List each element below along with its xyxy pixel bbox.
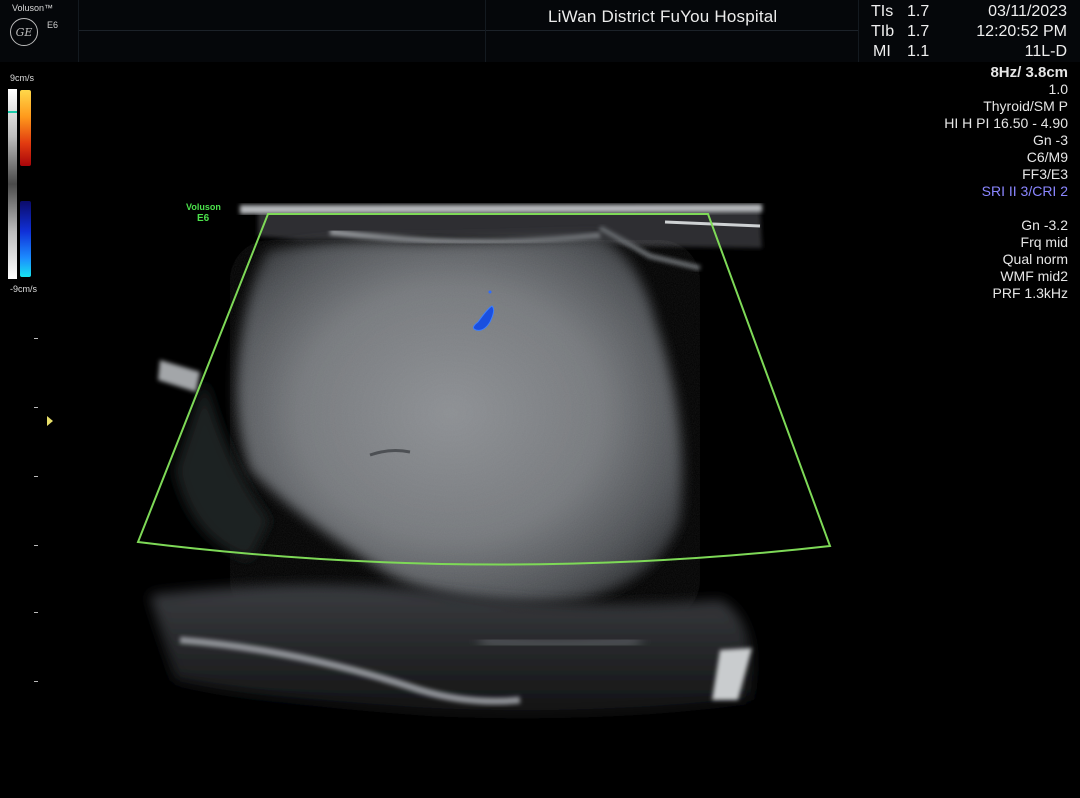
- header-separator: [78, 0, 79, 62]
- depth-marker: [34, 612, 38, 613]
- header-separator: [858, 0, 859, 62]
- color-gain-value: Gn -3.2: [1021, 217, 1068, 233]
- color-bar-negative: [20, 201, 31, 277]
- depth-marker: [34, 407, 38, 408]
- velocity-scale-min: -9cm/s: [10, 284, 37, 294]
- frame-rate-depth: 8Hz/ 3.8cm: [990, 64, 1068, 81]
- ti-soft-label: TIs: [871, 3, 894, 20]
- mi-value: 1.1: [907, 43, 930, 60]
- zoom-value: 1.0: [1048, 81, 1068, 97]
- velocity-scale-max: 9cm/s: [10, 73, 35, 83]
- sri-cri-setting: SRI II 3/CRI 2: [981, 183, 1068, 199]
- preset-name: Thyroid/SM P: [983, 98, 1068, 114]
- hospital-name: LiWan District FuYou Hospital: [548, 7, 778, 26]
- exam-date: 03/11/2023: [988, 3, 1067, 20]
- depth-marker: [34, 545, 38, 546]
- color-bar-positive: [20, 90, 31, 166]
- brand-name: Voluson™: [12, 3, 54, 13]
- depth-marker: [34, 338, 38, 339]
- ge-logo-icon: GE: [10, 18, 38, 46]
- map-settings: C6/M9: [1026, 149, 1068, 165]
- depth-marker: [34, 681, 38, 682]
- speckle-texture: [230, 240, 700, 620]
- roi-box-label-model: E6: [197, 213, 210, 224]
- grayscale-bar: [8, 89, 17, 279]
- system-model: E6: [47, 20, 59, 30]
- probe-name: 11L-D: [1024, 43, 1067, 60]
- parameter-panel: 8Hz/ 3.8cm 1.0 Thyroid/SM P HI H PI 16.5…: [944, 64, 1068, 302]
- ultrasound-image: [136, 204, 832, 715]
- ti-bone-label: TIb: [871, 23, 895, 40]
- grayscale-indicator: [8, 111, 17, 113]
- left-echo-structure: [158, 360, 200, 392]
- ti-soft-value: 1.7: [907, 3, 930, 20]
- header-divider: [78, 30, 858, 31]
- frequency-setting: Frq mid: [1020, 234, 1068, 250]
- depth-marker: [34, 476, 38, 477]
- doppler-dot: [488, 290, 492, 294]
- exam-time: 12:20:52 PM: [976, 23, 1067, 40]
- wall-motion-filter: WMF mid2: [1000, 268, 1068, 284]
- quality-setting: Qual norm: [1002, 251, 1068, 267]
- prf-value: PRF 1.3kHz: [992, 285, 1068, 301]
- deep-echo-band: [479, 635, 641, 650]
- gain-value: Gn -3: [1032, 132, 1068, 148]
- ti-bone-value: 1.7: [907, 23, 930, 40]
- focus-marker-icon[interactable]: [47, 416, 53, 426]
- harmonic-settings: HI H PI 16.50 - 4.90: [944, 115, 1068, 131]
- header-bar: Voluson™ GE E6 LiWan District FuYou Hosp…: [0, 0, 1080, 62]
- roi-box-label-brand: Voluson: [186, 202, 221, 212]
- header-separator: [485, 0, 486, 62]
- mi-label: MI: [873, 43, 891, 60]
- frame-filter: FF3/E3: [1022, 166, 1068, 182]
